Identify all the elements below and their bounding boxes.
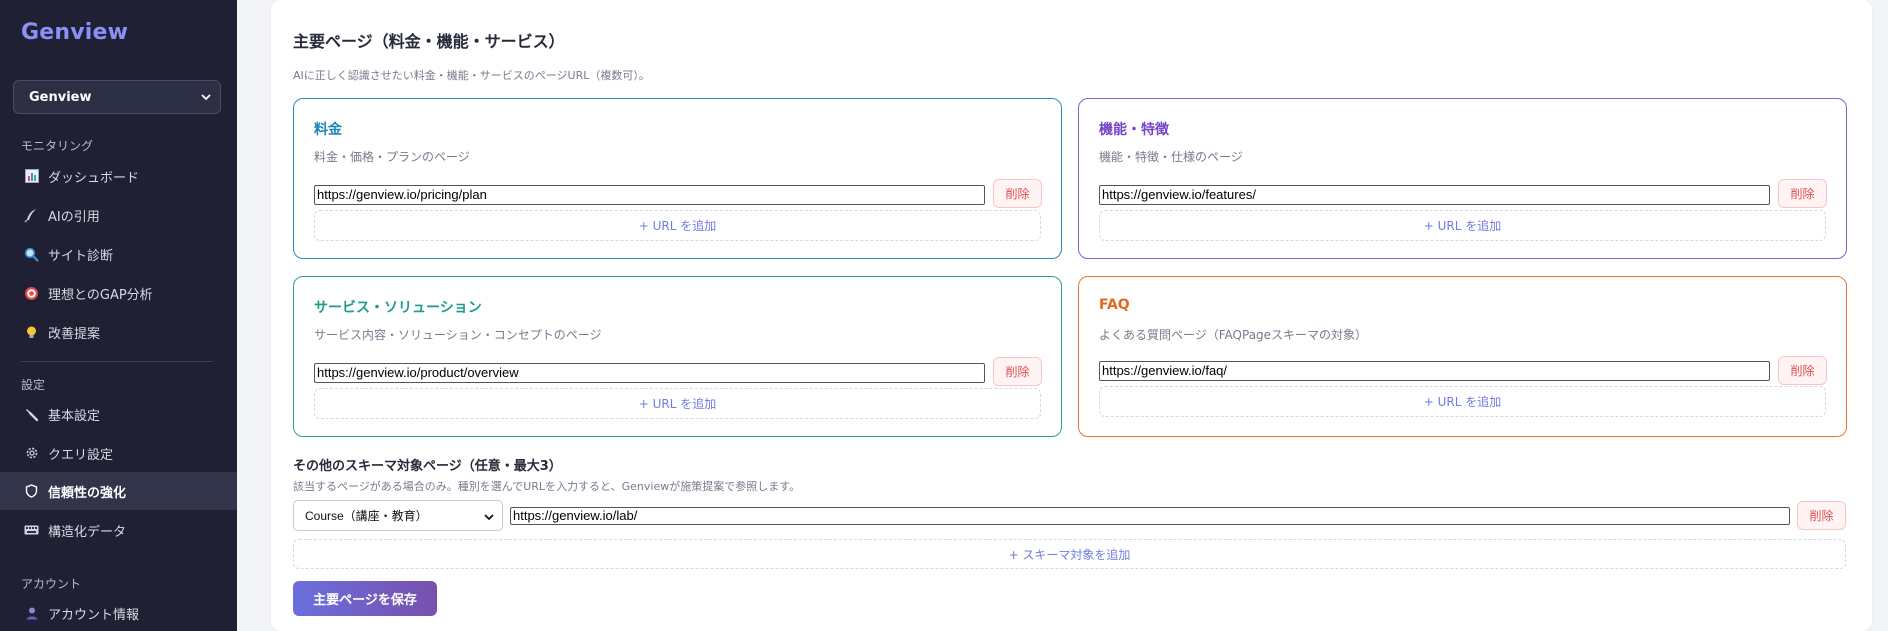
card-services: サービス・ソリューション サービス内容・ソリューション・コンセプトのページ ht… <box>293 276 1062 437</box>
card-title: FAQ <box>1099 297 1130 313</box>
card-title: 料金 <box>314 122 342 138</box>
other-schema-description: 該当するページがある場合のみ。種別を選んでURLを入力すると、Genviewが施… <box>293 480 801 493</box>
delete-button[interactable]: 削除 <box>1778 179 1827 208</box>
chevron-down-icon <box>484 514 494 521</box>
quill-icon <box>23 207 40 224</box>
workspace-select[interactable]: Genview <box>13 80 221 114</box>
services-url-input[interactable]: https://genview.io/product/overview <box>314 363 985 383</box>
add-url-button[interactable]: + URL を追加 <box>314 388 1041 419</box>
card-description: よくある質問ページ（FAQPageスキーマの対象） <box>1099 328 1368 342</box>
sidebar-item-structured-data[interactable]: 構造化データ <box>0 511 237 549</box>
sidebar-item-ai-citations[interactable]: AIの引用 <box>0 196 237 234</box>
sidebar-item-label: 構造化データ <box>48 524 127 540</box>
chevron-down-icon <box>201 94 211 101</box>
brand-logo[interactable]: Genview <box>21 20 128 45</box>
bar-chart-icon <box>23 168 40 185</box>
schema-type-value: Course（講座・教育） <box>305 509 428 523</box>
sidebar-item-label: 基本設定 <box>48 408 101 424</box>
wrench-icon <box>23 406 40 423</box>
card-faq: FAQ よくある質問ページ（FAQPageスキーマの対象） https://ge… <box>1078 276 1847 437</box>
delete-button[interactable]: 削除 <box>1778 356 1827 385</box>
workspace-select-value: Genview <box>29 89 92 105</box>
sidebar-item-account-info[interactable]: アカウント情報 <box>0 594 237 631</box>
card-title: 機能・特徴 <box>1099 122 1169 138</box>
sidebar-item-label: 改善提案 <box>48 326 101 342</box>
keyboard-icon <box>23 522 40 539</box>
add-url-button[interactable]: + URL を追加 <box>1099 386 1826 417</box>
magnifier-icon <box>23 246 40 263</box>
card-description: 機能・特徴・仕様のページ <box>1099 150 1243 164</box>
sidebar-item-label: 信頼性の強化 <box>48 485 127 501</box>
gear-icon <box>23 445 40 462</box>
sidebar-divider <box>21 361 213 362</box>
pricing-url-input[interactable]: https://genview.io/pricing/plan <box>314 185 985 205</box>
features-url-input[interactable]: https://genview.io/features/ <box>1099 185 1770 205</box>
section-label-settings: 設定 <box>21 378 46 392</box>
schema-type-select[interactable]: Course（講座・教育） <box>293 500 503 531</box>
card-pricing: 料金 料金・価格・プランのページ https://genview.io/pric… <box>293 98 1062 259</box>
sidebar-item-basic-settings[interactable]: 基本設定 <box>0 395 237 433</box>
sidebar-item-improvements[interactable]: 改善提案 <box>0 313 237 351</box>
sidebar: Genview Genview モニタリング ダッシュボード AIの引用 サイト… <box>0 0 237 631</box>
lightbulb-icon <box>23 324 40 341</box>
sidebar-item-label: AIの引用 <box>48 209 100 225</box>
sidebar-item-label: サイト診断 <box>48 248 114 264</box>
section-label-monitoring: モニタリング <box>21 139 94 153</box>
shield-icon <box>23 483 40 500</box>
schema-url-input[interactable]: https://genview.io/lab/ <box>510 507 1790 525</box>
delete-button[interactable]: 削除 <box>993 179 1042 208</box>
add-url-button[interactable]: + URL を追加 <box>314 210 1041 241</box>
sidebar-item-query-settings[interactable]: クエリ設定 <box>0 434 237 472</box>
card-description: サービス内容・ソリューション・コンセプトのページ <box>314 328 602 342</box>
save-button[interactable]: 主要ページを保存 <box>293 581 437 616</box>
sidebar-item-site-diagnosis[interactable]: サイト診断 <box>0 235 237 273</box>
add-schema-button[interactable]: + スキーマ対象を追加 <box>293 539 1846 569</box>
card-title: サービス・ソリューション <box>314 300 482 316</box>
section-label-account: アカウント <box>21 577 82 591</box>
sidebar-item-label: ダッシュボード <box>48 170 140 186</box>
sidebar-item-label: 理想とのGAP分析 <box>48 287 153 303</box>
person-icon <box>23 605 40 622</box>
sidebar-item-trust[interactable]: 信頼性の強化 <box>0 472 237 510</box>
sidebar-item-label: クエリ設定 <box>48 447 114 463</box>
page-description: AIに正しく認識させたい料金・機能・サービスのページURL（複数可）。 <box>293 69 650 82</box>
delete-button[interactable]: 削除 <box>1797 501 1846 530</box>
sidebar-item-gap-analysis[interactable]: 理想とのGAP分析 <box>0 274 237 312</box>
target-icon <box>23 285 40 302</box>
add-url-button[interactable]: + URL を追加 <box>1099 210 1826 241</box>
faq-url-input[interactable]: https://genview.io/faq/ <box>1099 361 1770 381</box>
delete-button[interactable]: 削除 <box>993 357 1042 386</box>
sidebar-item-label: アカウント情報 <box>48 607 140 623</box>
sidebar-item-dashboard[interactable]: ダッシュボード <box>0 157 237 195</box>
card-description: 料金・価格・プランのページ <box>314 150 470 164</box>
other-schema-title: その他のスキーマ対象ページ（任意・最大3） <box>293 459 562 474</box>
page-title: 主要ページ（料金・機能・サービス） <box>293 32 565 51</box>
card-features: 機能・特徴 機能・特徴・仕様のページ https://genview.io/fe… <box>1078 98 1847 259</box>
